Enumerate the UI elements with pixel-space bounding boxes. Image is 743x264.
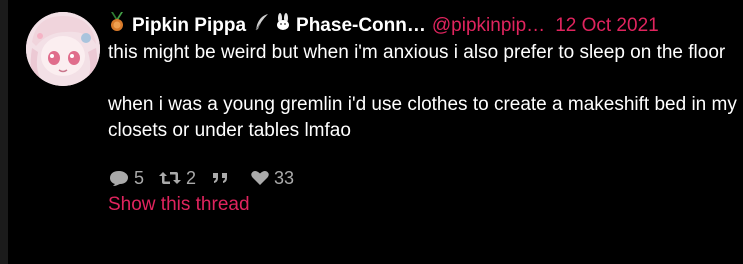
tweet-actions: 5 2 33	[108, 166, 738, 190]
display-name-suffix[interactable]: Phase-Conn…	[296, 15, 426, 36]
avatar[interactable]	[26, 12, 100, 86]
tweet-date[interactable]: 12 Oct 2021	[555, 15, 659, 36]
bunny-icon	[274, 13, 292, 39]
reply-button[interactable]: 5	[108, 168, 144, 189]
author-handle[interactable]: @pipkinpip…	[432, 15, 545, 36]
author-name[interactable]: Pipkin Pippa	[132, 15, 246, 36]
tweet-paragraph: when i was a young gremlin i'd use cloth…	[108, 94, 737, 141]
tweet-header: Pipkin Pippa Phase-Conn… @pipkinpip… 12 Oc…	[108, 12, 738, 38]
retweet-count: 2	[186, 167, 197, 188]
feather-icon	[254, 13, 270, 39]
retweet-button[interactable]: 2	[158, 168, 196, 189]
quote-icon	[213, 173, 228, 183]
show-thread-link[interactable]: Show this thread	[108, 194, 250, 216]
medal-icon	[108, 12, 126, 40]
tweet-text: this might be weird but when i'm anxious…	[108, 40, 738, 144]
tweet: Pipkin Pippa Phase-Conn… @pipkinpip… 12 Oc…	[8, 0, 743, 264]
quote-button[interactable]	[210, 169, 236, 187]
retweet-icon	[159, 172, 182, 184]
reply-count: 5	[134, 167, 145, 188]
reply-icon	[110, 171, 128, 186]
like-count: 33	[274, 167, 295, 188]
heart-icon	[251, 171, 269, 185]
like-button[interactable]: 33	[250, 168, 294, 189]
tweet-paragraph: this might be weird but when i'm anxious…	[108, 42, 726, 63]
